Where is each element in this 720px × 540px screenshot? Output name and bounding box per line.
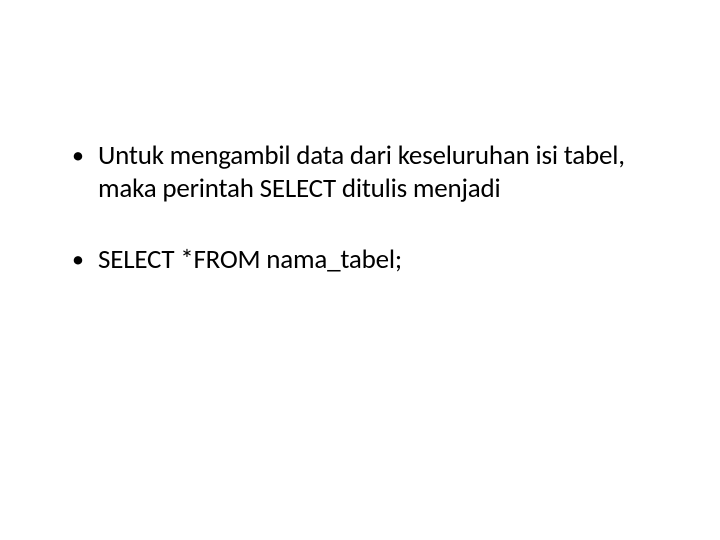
- bullet-list: Untuk mengambil data dari keseluruhan is…: [70, 140, 660, 277]
- slide-content: Untuk mengambil data dari keseluruhan is…: [0, 0, 720, 540]
- bullet-item: SELECT *FROM nama_tabel;: [70, 244, 660, 277]
- bullet-text: SELECT *FROM nama_tabel;: [98, 243, 402, 276]
- bullet-item: Untuk mengambil data dari keseluruhan is…: [70, 140, 660, 206]
- bullet-text: Untuk mengambil data dari keseluruhan is…: [98, 139, 625, 205]
